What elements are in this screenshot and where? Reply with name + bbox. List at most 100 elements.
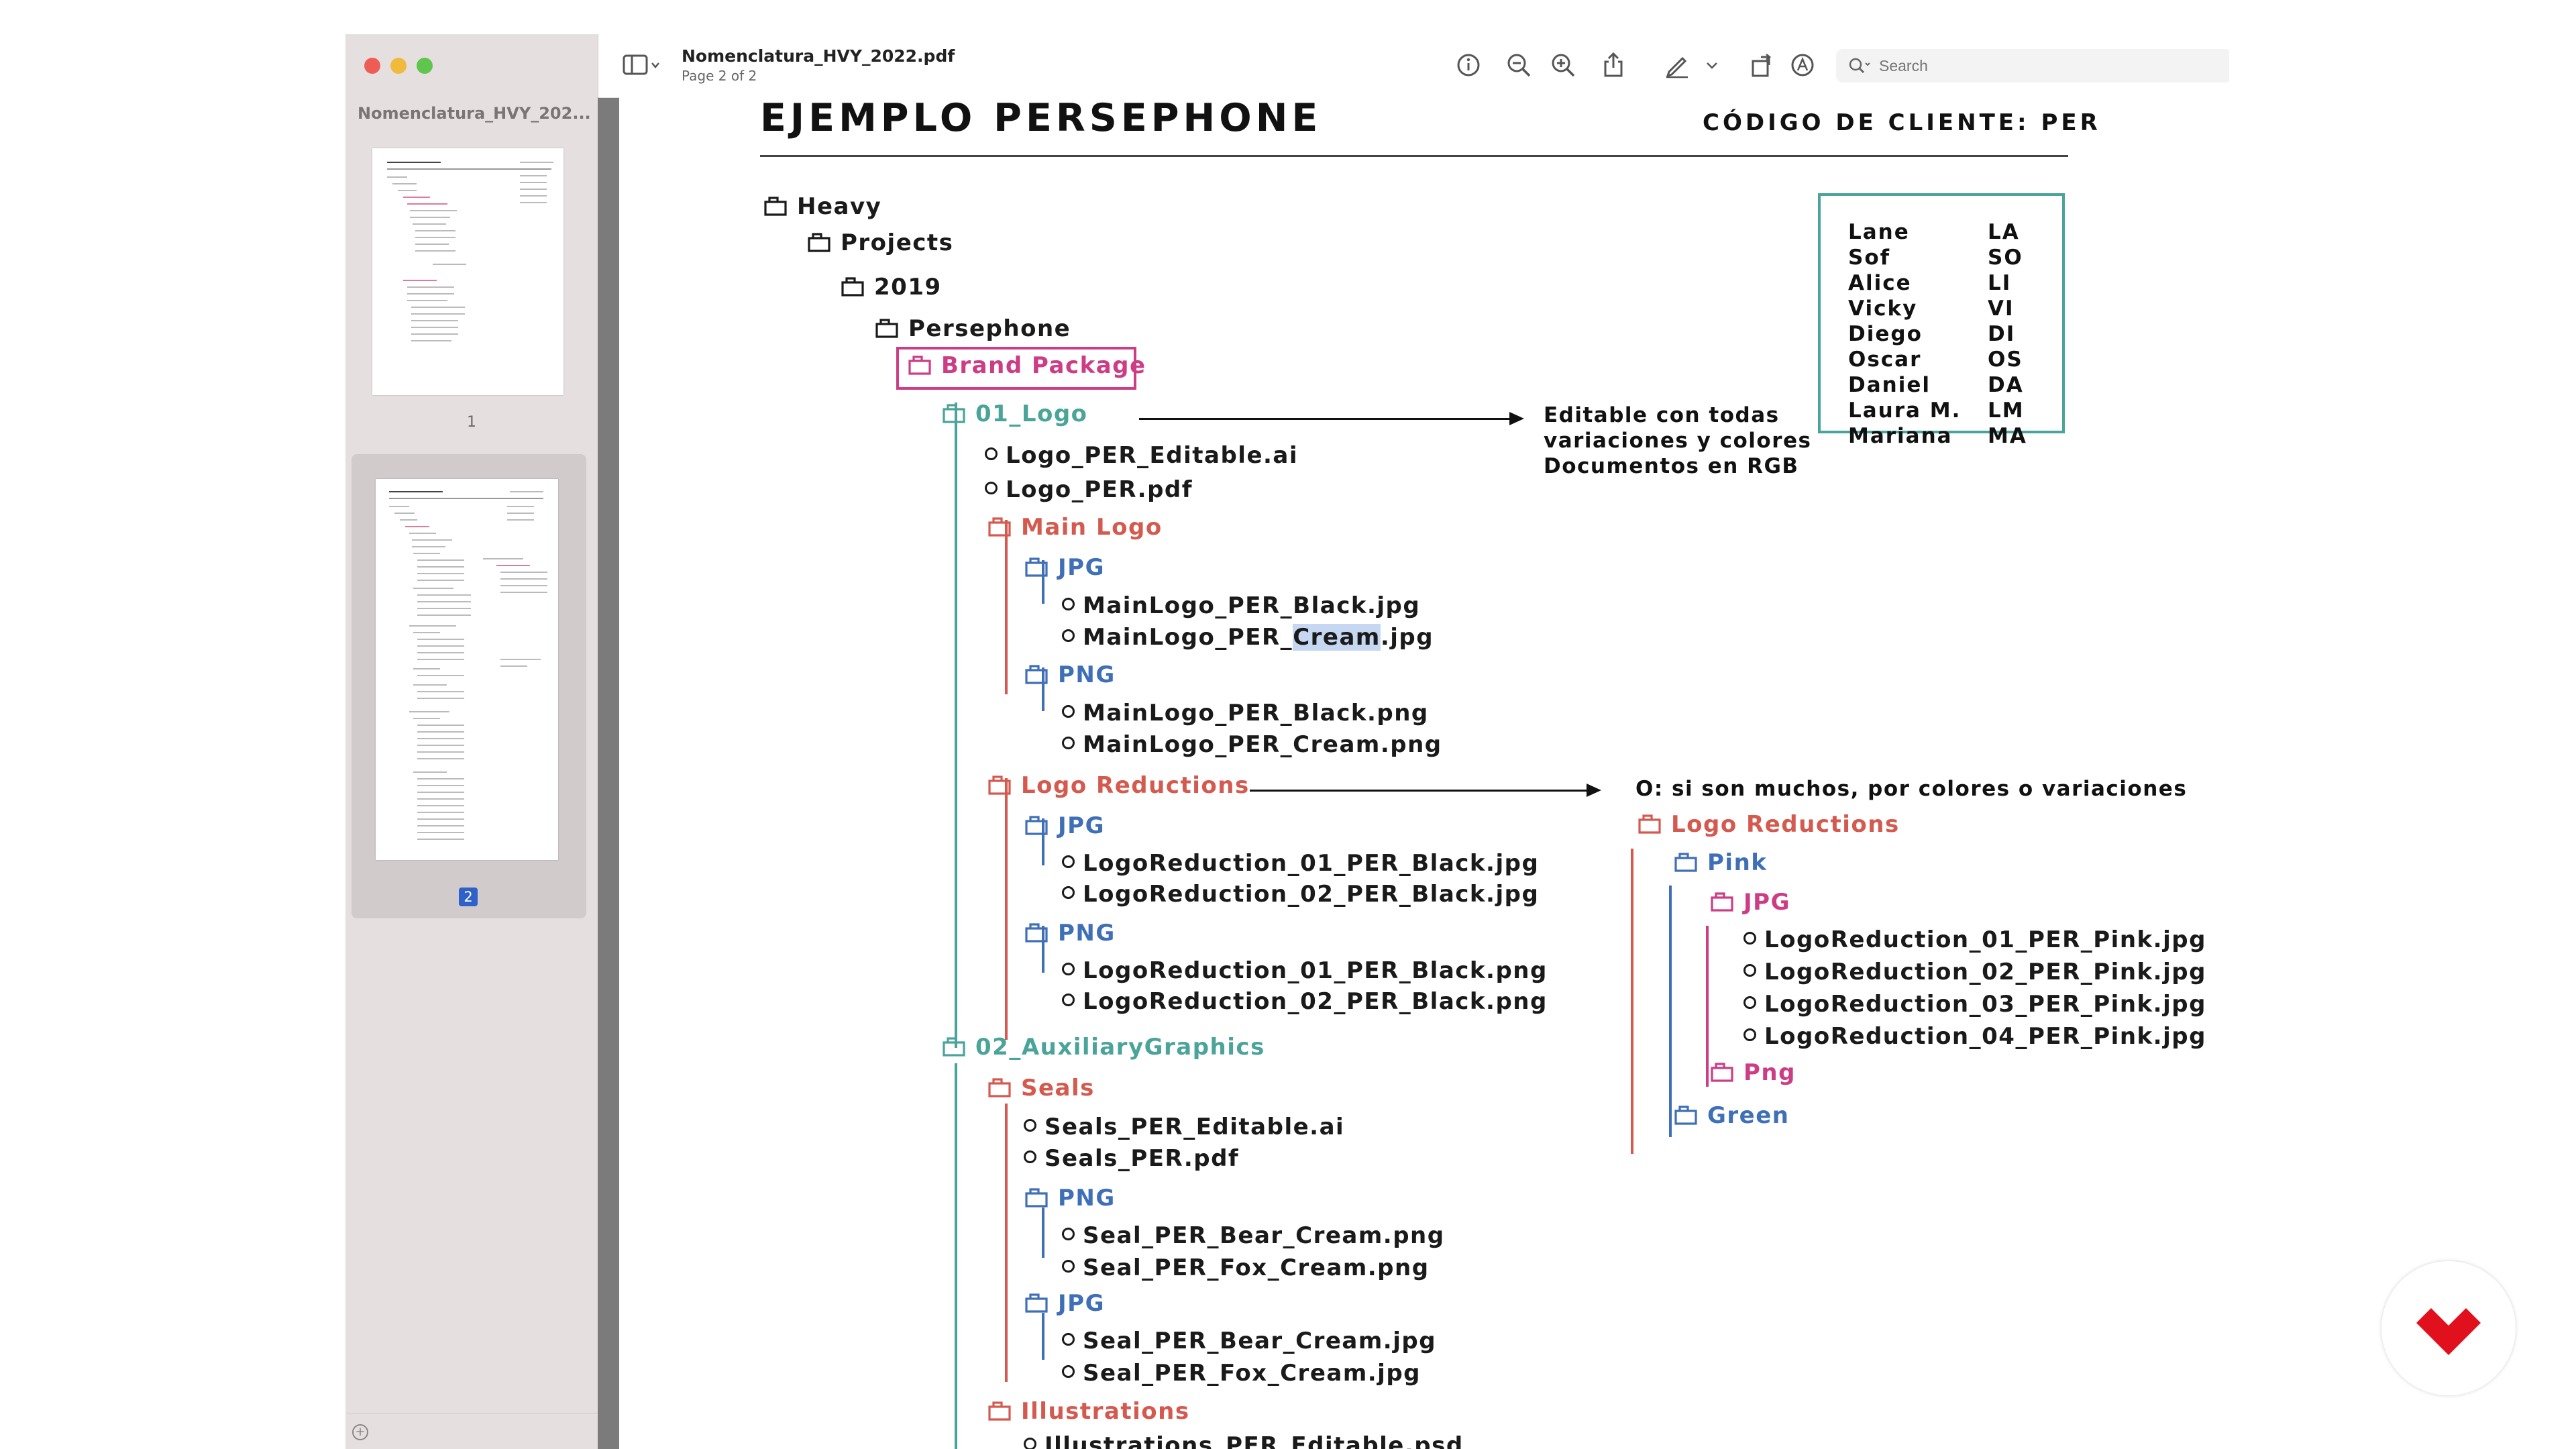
bullet-icon — [1743, 932, 1756, 945]
aux-folder-guide — [955, 1063, 957, 1449]
search-input[interactable] — [1879, 56, 2214, 76]
file-mainlogo-cream-jpg[interactable]: MainLogo_PER_Cream.jpg — [1062, 624, 1434, 651]
file-logo-editable[interactable]: Logo_PER_Editable.ai — [985, 442, 1298, 469]
page-title: EJEMPLO PERSEPHONE — [760, 97, 1322, 140]
bullet-icon — [1062, 1228, 1075, 1240]
folder-icon — [1024, 1187, 1049, 1208]
search-field[interactable] — [1836, 49, 2229, 83]
folder-projects[interactable]: Projects — [807, 229, 953, 256]
alt-file-lr-02-pink[interactable]: LogoReduction_02_PER_Pink.jpg — [1743, 959, 2206, 985]
alt-folder-jpg[interactable]: JPG — [1710, 889, 1790, 916]
client-code: OS — [1988, 347, 2023, 372]
file-seal-bear-png[interactable]: Seal_PER_Bear_Cream.png — [1062, 1222, 1445, 1249]
zoom-window-button[interactable] — [417, 58, 433, 74]
bullet-icon — [1743, 996, 1756, 1009]
folder-lr-png[interactable]: PNG — [1024, 920, 1116, 947]
folder-seals-jpg[interactable]: JPG — [1024, 1290, 1105, 1317]
arrow-to-logo-note — [1139, 412, 1524, 425]
file-lr-01-png[interactable]: LogoReduction_01_PER_Black.png — [1062, 957, 1548, 984]
alt-file-lr-03-pink[interactable]: LogoReduction_03_PER_Pink.jpg — [1743, 991, 2206, 1018]
alt-folder-png[interactable]: Png — [1710, 1059, 1796, 1086]
file-mainlogo-black-jpg[interactable]: MainLogo_PER_Black.jpg — [1062, 592, 1420, 619]
bullet-icon — [1062, 994, 1075, 1006]
alt-folder-logo-reductions[interactable]: Logo Reductions — [1638, 811, 1900, 838]
folder-icon — [875, 318, 899, 338]
bullet-icon — [1062, 705, 1075, 718]
folder-main-jpg[interactable]: JPG — [1024, 554, 1105, 581]
bullet-icon — [1062, 629, 1075, 642]
folder-icon — [908, 355, 932, 375]
chevron-down-icon[interactable] — [1704, 52, 1720, 78]
folder-icon — [807, 232, 831, 252]
folder-2019[interactable]: 2019 — [841, 274, 942, 301]
file-lr-01-jpg[interactable]: LogoReduction_01_PER_Black.jpg — [1062, 850, 1539, 877]
folder-icon — [841, 276, 865, 297]
folder-icon — [942, 1036, 966, 1057]
logo-folder-guide — [955, 402, 957, 1048]
share-icon[interactable] — [1600, 52, 1627, 78]
folder-logo-reductions[interactable]: Logo Reductions — [987, 772, 1250, 799]
bullet-icon — [1743, 1028, 1756, 1041]
folder-icon — [987, 1401, 1012, 1421]
folder-icon — [1024, 922, 1049, 943]
bullet-icon — [1062, 1365, 1075, 1378]
page-thumbnail-1[interactable] — [372, 148, 564, 395]
page-gutter — [598, 97, 619, 1449]
file-seals-pdf[interactable]: Seals_PER.pdf — [1024, 1145, 1239, 1172]
file-lr-02-jpg[interactable]: LogoReduction_02_PER_Black.jpg — [1062, 881, 1539, 908]
client-name: Sof — [1848, 246, 1891, 270]
sidebar-toggle-icon[interactable] — [623, 53, 661, 77]
folder-main-png[interactable]: PNG — [1024, 661, 1116, 688]
selected-text-highlight[interactable]: Cream — [1293, 624, 1381, 651]
folder-brand-package[interactable]: Brand Package — [908, 352, 1146, 379]
client-name: Oscar — [1848, 347, 1922, 372]
folder-02-auxiliary[interactable]: 02_AuxiliaryGraphics — [942, 1034, 1265, 1061]
folder-illustrations[interactable]: Illustrations — [987, 1398, 1190, 1425]
file-mainlogo-black-png[interactable]: MainLogo_PER_Black.png — [1062, 700, 1429, 727]
folder-lr-jpg[interactable]: JPG — [1024, 812, 1105, 839]
file-illustrations-psd[interactable]: Illustrations_PER_Editable.psd — [1024, 1432, 1464, 1449]
zoom-in-icon[interactable] — [1550, 52, 1576, 78]
file-seals-editable[interactable]: Seals_PER_Editable.ai — [1024, 1114, 1344, 1140]
add-page-icon[interactable]: + — [352, 1424, 368, 1440]
zoom-out-icon[interactable] — [1505, 52, 1532, 78]
markup-pen-icon[interactable] — [1664, 52, 1690, 78]
bullet-icon — [1743, 964, 1756, 977]
file-seal-bear-jpg[interactable]: Seal_PER_Bear_Cream.jpg — [1062, 1328, 1436, 1354]
alt-folder-pink[interactable]: Pink — [1674, 849, 1767, 876]
folder-heavy[interactable]: Heavy — [763, 193, 881, 220]
minimize-window-button[interactable] — [390, 58, 407, 74]
folder-icon — [1024, 1293, 1049, 1313]
logo-note: Editable con todas variaciones y colores… — [1544, 403, 1812, 478]
page-thumbnail-2[interactable] — [376, 479, 558, 860]
file-seal-fox-jpg[interactable]: Seal_PER_Fox_Cream.jpg — [1062, 1360, 1421, 1387]
rotate-icon[interactable] — [1749, 52, 1776, 78]
folder-icon — [942, 403, 966, 423]
arrow-to-reductions-note — [1250, 784, 1601, 797]
client-name: Mariana — [1848, 424, 1953, 448]
search-icon — [1848, 57, 1871, 74]
folder-main-logo[interactable]: Main Logo — [987, 514, 1163, 541]
page-thumbnail-1-label: 1 — [467, 414, 476, 431]
alt-file-lr-04-pink[interactable]: LogoReduction_04_PER_Pink.jpg — [1743, 1023, 2206, 1050]
client-name: Alice — [1848, 271, 1912, 295]
folder-icon — [1024, 815, 1049, 835]
bullet-icon — [1062, 855, 1075, 868]
alt-file-lr-01-pink[interactable]: LogoReduction_01_PER_Pink.jpg — [1743, 926, 2206, 953]
bullet-icon — [1062, 1333, 1075, 1346]
bullet-icon — [1062, 737, 1075, 749]
alt-folder-green[interactable]: Green — [1674, 1102, 1790, 1129]
folder-seals-png[interactable]: PNG — [1024, 1185, 1116, 1212]
file-mainlogo-cream-png[interactable]: MainLogo_PER_Cream.png — [1062, 731, 1442, 758]
folder-persephone[interactable]: Persephone — [875, 315, 1071, 342]
file-seal-fox-png[interactable]: Seal_PER_Fox_Cream.png — [1062, 1254, 1430, 1281]
annotate-icon[interactable] — [1789, 52, 1816, 78]
folder-01-logo[interactable]: 01_Logo — [942, 400, 1088, 427]
file-lr-02-png[interactable]: LogoReduction_02_PER_Black.png — [1062, 988, 1548, 1015]
folder-icon — [1674, 1105, 1698, 1125]
folder-seals[interactable]: Seals — [987, 1075, 1095, 1102]
close-window-button[interactable] — [364, 58, 380, 74]
preview-window: Nomenclatura_HVY_202... 1 2 + Nomenclatu… — [345, 34, 2229, 1449]
file-logo-pdf[interactable]: Logo_PER.pdf — [985, 476, 1193, 503]
info-icon[interactable] — [1455, 52, 1482, 78]
